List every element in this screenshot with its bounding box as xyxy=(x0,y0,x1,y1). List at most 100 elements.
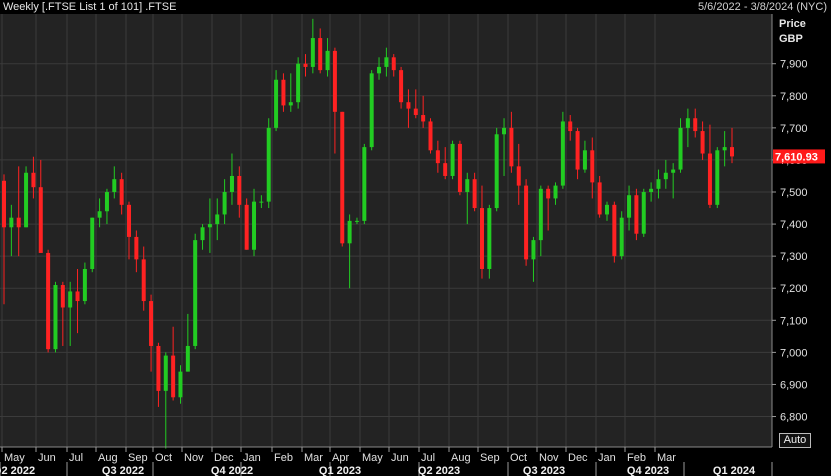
candle-body xyxy=(700,131,705,154)
quarter-label: Q1 2024 xyxy=(713,465,756,476)
quarter-label: Q4 2022 xyxy=(211,465,253,476)
candle-body xyxy=(693,118,698,132)
candle-body xyxy=(479,208,484,269)
quarter-label: Q3 2022 xyxy=(102,465,144,476)
candle-body xyxy=(82,268,87,302)
month-label: Jan xyxy=(598,452,616,464)
candle-body xyxy=(53,285,58,350)
candle-body xyxy=(288,102,293,106)
candle-body xyxy=(428,121,433,151)
candle-body xyxy=(340,111,345,244)
candle xyxy=(296,57,301,109)
quarter-label: Q4 2023 xyxy=(627,465,669,476)
y-tick-label: 7,800 xyxy=(780,91,808,103)
quarter-label: Q1 2023 xyxy=(319,465,361,476)
candle-body xyxy=(266,127,271,202)
last-price-marker: 7,610.93 xyxy=(773,149,825,164)
candle-body xyxy=(494,134,499,209)
month-label: Mar xyxy=(304,452,323,464)
candle xyxy=(494,127,499,212)
candle-body xyxy=(237,175,242,205)
candle xyxy=(340,111,345,247)
candle-body xyxy=(590,150,595,183)
candle-body xyxy=(391,57,396,71)
candle-body xyxy=(656,179,661,189)
month-label: Jul xyxy=(69,452,83,464)
candle-body xyxy=(46,252,51,350)
candle-body xyxy=(2,180,6,228)
candle-body xyxy=(678,127,683,170)
candle-body xyxy=(303,63,308,67)
candle-body xyxy=(156,345,161,391)
y-tick-label: 7,700 xyxy=(780,123,808,135)
candle-body xyxy=(435,150,440,164)
candle-body xyxy=(671,169,676,173)
candle-body xyxy=(649,188,654,193)
candle xyxy=(619,211,624,260)
month-label: Jul xyxy=(421,452,435,464)
candle-body xyxy=(163,355,168,391)
candle-body xyxy=(575,131,580,170)
y-tick-label: 7,300 xyxy=(780,251,808,263)
month-label: Sep xyxy=(128,452,148,464)
candle-body xyxy=(75,291,80,302)
auto-scale-button[interactable]: Auto xyxy=(779,433,811,448)
candle xyxy=(90,217,95,273)
month-label: May xyxy=(362,452,383,464)
candle-body xyxy=(274,79,279,128)
candle-body xyxy=(31,172,36,188)
candle-body xyxy=(193,240,198,346)
last-price-label: 7,610.93 xyxy=(775,151,818,163)
candle-body xyxy=(134,236,139,260)
candle-body xyxy=(229,175,234,193)
month-label: Feb xyxy=(274,452,293,464)
candle xyxy=(24,166,29,228)
month-label: Aug xyxy=(451,452,471,464)
quarter-label: Q2 2022 xyxy=(0,465,35,476)
candle-body xyxy=(730,147,734,157)
candle-body xyxy=(296,63,301,103)
price-label: Price xyxy=(779,18,806,30)
candle-body xyxy=(141,259,146,302)
y-axis-ticks: 7,9007,8007,7007,6007,5007,4007,3007,200… xyxy=(772,59,808,424)
candle-body xyxy=(222,192,227,215)
candle-body xyxy=(9,217,14,228)
candle xyxy=(641,188,646,237)
candle-body xyxy=(487,208,492,269)
month-label: Dec xyxy=(214,452,234,464)
candle-body xyxy=(634,195,639,234)
candle-body xyxy=(722,147,727,151)
candle-body xyxy=(24,172,29,228)
candle-body xyxy=(627,195,632,218)
candle-body xyxy=(215,214,220,225)
candle-body xyxy=(509,127,514,167)
month-label: Jun xyxy=(391,452,409,464)
candle-body xyxy=(597,182,602,215)
candle-body xyxy=(384,57,389,67)
candlestick-chart[interactable]: Price GBP 7,9007,8007,7007,6007,5007,400… xyxy=(0,0,831,476)
candle-body xyxy=(568,121,573,132)
y-tick-label: 7,100 xyxy=(780,315,808,327)
candle-body xyxy=(318,38,323,71)
candle-body xyxy=(127,204,132,237)
candle-body xyxy=(524,185,529,260)
candle-body xyxy=(531,240,536,260)
candle xyxy=(524,179,529,266)
candle-body xyxy=(472,179,477,209)
candle-body xyxy=(619,217,624,257)
candle-body xyxy=(443,163,448,176)
candle xyxy=(715,147,720,209)
month-label: Oct xyxy=(155,452,172,464)
candle-body xyxy=(68,291,73,308)
candle-body xyxy=(406,102,411,109)
month-label: Apr xyxy=(332,452,349,464)
candle-body xyxy=(546,188,551,199)
candle-body xyxy=(377,66,382,74)
candle xyxy=(53,281,58,353)
candle-body xyxy=(457,143,462,193)
candle-body xyxy=(281,79,286,106)
candle-body xyxy=(149,301,154,346)
candle-body xyxy=(450,143,455,176)
candle-body xyxy=(362,147,367,221)
candle xyxy=(457,140,462,196)
